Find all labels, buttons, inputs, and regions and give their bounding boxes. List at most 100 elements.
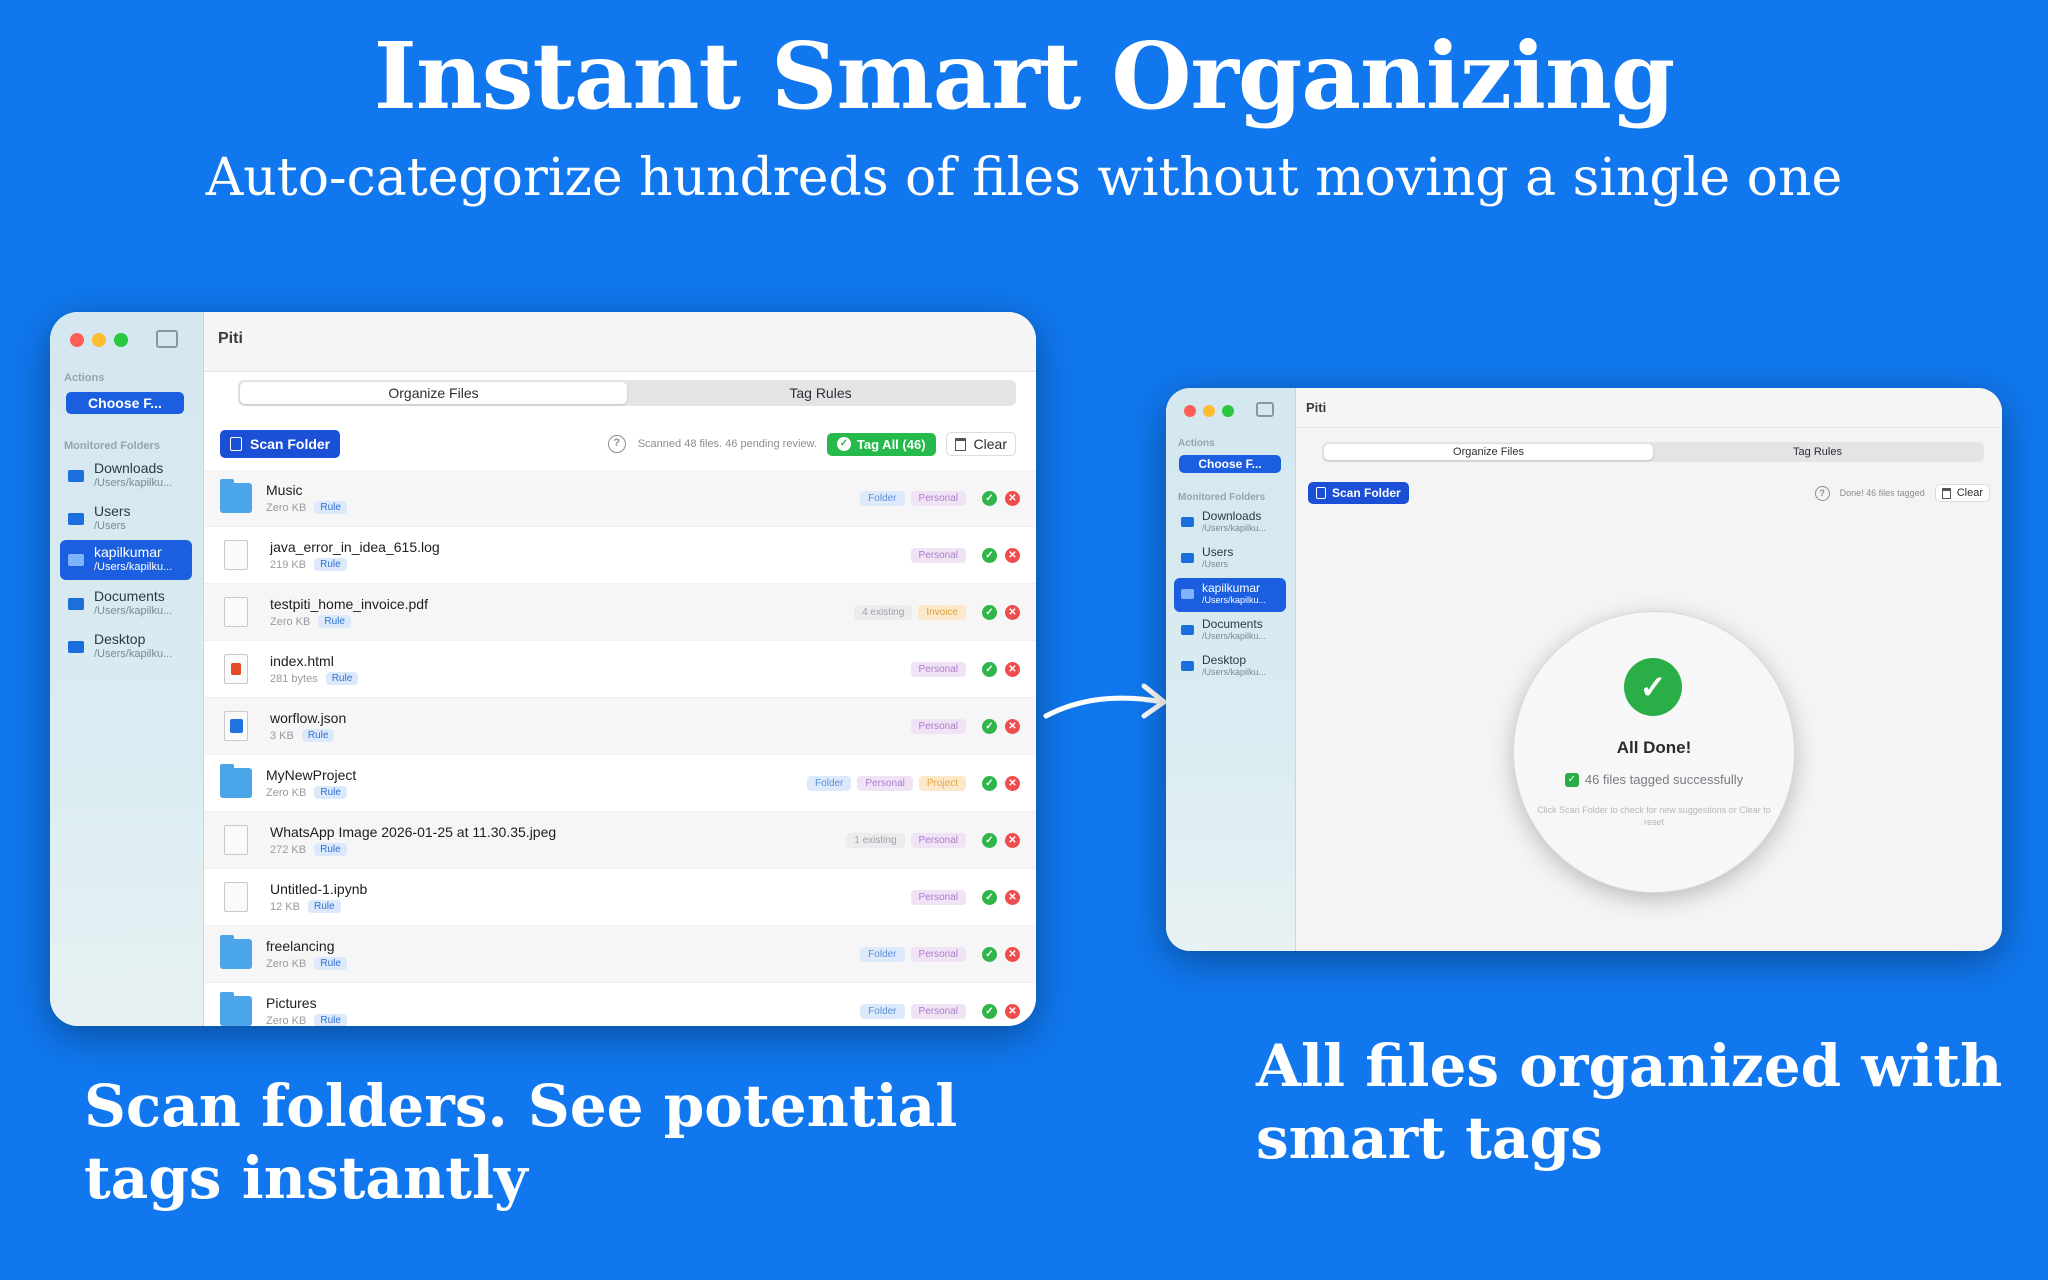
table-row[interactable]: index.html 281 bytes Rule Personal ✓ ✕ (204, 641, 1036, 698)
table-row[interactable]: java_error_in_idea_615.log 219 KB Rule Pe… (204, 527, 1036, 584)
reject-icon[interactable]: ✕ (1005, 889, 1020, 905)
reject-icon[interactable]: ✕ (1005, 604, 1020, 620)
folder-path: /Users/kapilku... (1202, 595, 1267, 605)
table-row[interactable]: Pictures Zero KB Rule Folder Personal ✓ ✕ (204, 983, 1036, 1026)
sidebar-item-downloads[interactable]: Downloads/Users/kapilku... (1174, 506, 1286, 540)
done-summary-text: 46 files tagged successfully (1584, 772, 1744, 787)
sidebar-item-desktop[interactable]: Desktop/Users/kapilku... (1174, 650, 1286, 684)
tag-chip[interactable]: Invoice (918, 604, 966, 620)
reject-icon[interactable]: ✕ (1005, 775, 1020, 791)
folder-path: /Users (94, 520, 126, 532)
tag-chip[interactable]: Personal (910, 832, 966, 848)
rule-badge: Rule (314, 957, 347, 970)
tag-chip[interactable]: Personal (857, 775, 913, 791)
close-window-button[interactable] (1184, 405, 1196, 417)
scan-icon (230, 437, 242, 451)
tag-chip[interactable]: Folder (860, 946, 905, 962)
table-row[interactable]: Music Zero KB Rule Folder Personal ✓ ✕ (204, 470, 1036, 527)
reject-icon[interactable]: ✕ (1005, 547, 1020, 563)
rule-badge: Rule (314, 558, 347, 571)
table-row[interactable]: Untitled-1.ipynb 12 KB Rule Personal ✓ ✕ (204, 869, 1036, 926)
scan-folder-button[interactable]: Scan Folder (1308, 482, 1409, 504)
tag-chip[interactable]: Personal (910, 889, 966, 905)
sidebar-item-users[interactable]: Users/Users (60, 499, 192, 539)
help-icon[interactable]: ? (1814, 485, 1830, 501)
close-window-button[interactable] (70, 333, 84, 347)
tab-organize-files[interactable]: Organize Files (1324, 444, 1653, 460)
file-name: index.html (270, 653, 334, 669)
sidebar-item-documents[interactable]: Documents/Users/kapilku... (1174, 614, 1286, 648)
tag-chip[interactable]: Folder (860, 490, 905, 506)
folder-path: /Users/kapilku... (1202, 667, 1267, 677)
choose-folder-button[interactable]: Choose F... (66, 392, 184, 414)
tag-chip[interactable]: Personal (910, 718, 966, 734)
tag-suggestions: Personal (910, 698, 966, 754)
tag-chip[interactable]: Personal (910, 490, 966, 506)
sidebar-toggle-icon[interactable] (1256, 402, 1274, 417)
table-row[interactable]: testpiti_home_invoice.pdf Zero KB Rule 4 … (204, 584, 1036, 641)
checkmark-icon: ✓ (836, 437, 851, 451)
window-controls (70, 333, 128, 347)
sidebar-item-kapilkumar[interactable]: kapilkumar/Users/kapilku... (1174, 578, 1286, 612)
sidebar-item-downloads[interactable]: Downloads/Users/kapilku... (60, 456, 192, 496)
sidebar-item-kapilkumar[interactable]: kapilkumar/Users/kapilku... (60, 540, 192, 580)
html-file-icon (224, 654, 248, 684)
tag-chip[interactable]: Personal (910, 661, 966, 677)
reject-icon[interactable]: ✕ (1005, 661, 1020, 677)
accept-icon[interactable]: ✓ (982, 547, 997, 563)
table-row[interactable]: MyNewProject Zero KB Rule Folder Personal… (204, 755, 1036, 812)
sidebar-toggle-icon[interactable] (156, 330, 178, 348)
pictures-folder-icon (220, 992, 252, 1026)
tag-suggestions: Folder Personal (860, 926, 966, 982)
table-row[interactable]: WhatsApp Image 2026-01-25 at 11.30.35.jp… (204, 812, 1036, 869)
help-icon[interactable]: ? (607, 435, 626, 453)
file-size: Zero KB (266, 786, 307, 799)
tab-organize-files[interactable]: Organize Files (240, 382, 627, 404)
folder-name: kapilkumar (1202, 581, 1261, 595)
reject-icon[interactable]: ✕ (1005, 490, 1020, 506)
accept-icon[interactable]: ✓ (982, 946, 997, 962)
accept-icon[interactable]: ✓ (982, 775, 997, 791)
file-size: Zero KB (266, 1014, 307, 1027)
table-row[interactable]: worflow.json 3 KB Rule Personal ✓ ✕ (204, 698, 1036, 755)
tag-all-button[interactable]: ✓ Tag All (46) (826, 432, 936, 456)
accept-icon[interactable]: ✓ (982, 718, 997, 734)
minimize-window-button[interactable] (92, 333, 106, 347)
clear-button[interactable]: Clear (1934, 484, 1990, 502)
accept-icon[interactable]: ✓ (982, 490, 997, 506)
sidebar-item-users[interactable]: Users/Users (1174, 542, 1286, 576)
file-name: WhatsApp Image 2026-01-25 at 11.30.35.jp… (270, 824, 557, 840)
folder-name: Downloads (1202, 509, 1262, 523)
accept-icon[interactable]: ✓ (982, 889, 997, 905)
app-title: Piti (218, 330, 243, 347)
tag-chip[interactable]: Personal (910, 946, 966, 962)
clear-button[interactable]: Clear (945, 432, 1016, 456)
tab-tag-rules[interactable]: Tag Rules (627, 382, 1014, 404)
accept-icon[interactable]: ✓ (982, 832, 997, 848)
tag-chip[interactable]: Folder (807, 775, 852, 791)
tag-chip[interactable]: Personal (910, 547, 966, 563)
scan-folder-button[interactable]: Scan Folder (220, 430, 341, 458)
reject-icon[interactable]: ✕ (1005, 832, 1020, 848)
reject-icon[interactable]: ✕ (1005, 946, 1020, 962)
zoom-window-button[interactable] (1222, 405, 1234, 417)
tag-chip[interactable]: Folder (860, 1003, 905, 1019)
table-row[interactable]: freelancing Zero KB Rule Folder Personal … (204, 926, 1036, 983)
reject-icon[interactable]: ✕ (1005, 718, 1020, 734)
tag-status: Done! 46 files tagged (1839, 488, 1925, 498)
folder-path: /Users/kapilku... (94, 605, 173, 617)
file-size: Zero KB (266, 501, 307, 514)
tag-chip[interactable]: Personal (910, 1003, 966, 1019)
reject-icon[interactable]: ✕ (1005, 1003, 1020, 1019)
zoom-window-button[interactable] (114, 333, 128, 347)
accept-icon[interactable]: ✓ (982, 661, 997, 677)
tab-tag-rules[interactable]: Tag Rules (1653, 444, 1982, 460)
accept-icon[interactable]: ✓ (982, 1003, 997, 1019)
sidebar-item-documents[interactable]: Documents/Users/kapilku... (60, 584, 192, 624)
tag-chip[interactable]: Project (918, 775, 966, 791)
sidebar: Actions Choose F... Monitored Folders Do… (50, 312, 204, 1026)
choose-folder-button[interactable]: Choose F... (1179, 455, 1281, 473)
minimize-window-button[interactable] (1203, 405, 1215, 417)
accept-icon[interactable]: ✓ (982, 604, 997, 620)
sidebar-item-desktop[interactable]: Desktop/Users/kapilku... (60, 627, 192, 667)
